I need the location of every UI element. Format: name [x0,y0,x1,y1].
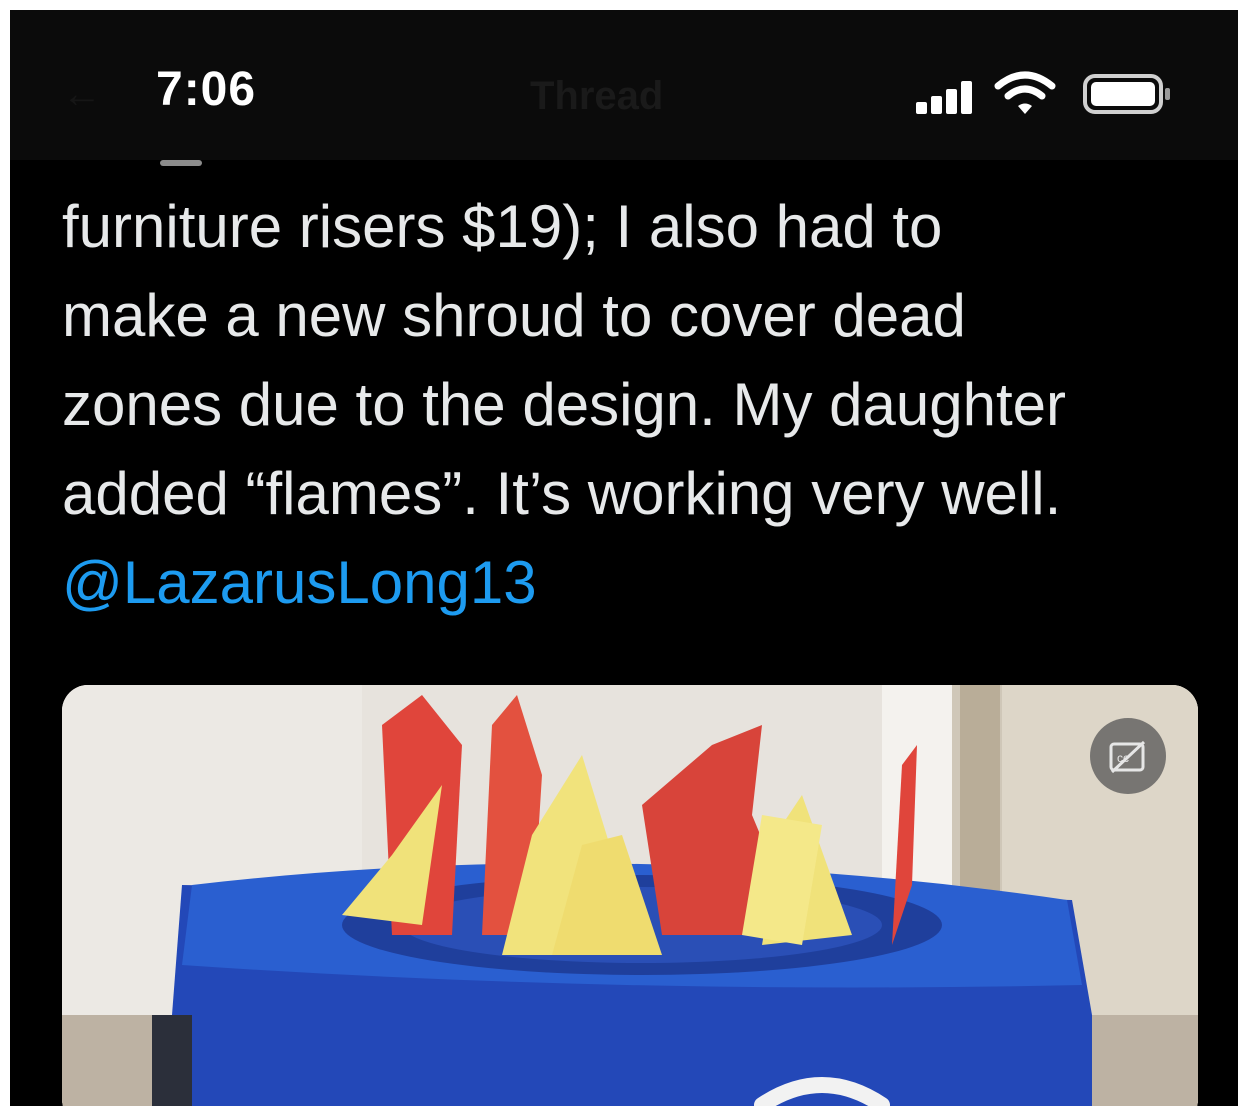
header-title: Thread [530,74,664,118]
wifi-icon [994,71,1056,114]
closed-captions-off-icon: cc [1109,740,1146,774]
closed-captions-button[interactable]: cc [1090,718,1166,794]
video-frame-image [62,685,1198,1106]
mention-link[interactable]: @LazarusLong13 [62,538,1212,627]
battery-icon [1083,74,1170,114]
clipped-text-fragment [160,160,202,166]
tweet-text: furniture risers $19); I also had to mak… [62,182,1212,627]
back-arrow-icon[interactable]: ← [62,72,102,117]
phone-screen: ← Thread 7:06 furniture risers $19); I a… [10,10,1238,1106]
status-bar: ← Thread 7:06 [10,10,1238,160]
tweet-line: added “flames”. It’s working very well. [62,460,1062,527]
tweet-video[interactable] [62,685,1198,1106]
tweet-line: make a new shroud to cover dead [62,282,966,349]
status-time: 7:06 [156,63,257,116]
tweet-line: furniture risers $19); I also had to [62,193,943,260]
signal-bars-icon [916,80,984,114]
tweet-line: zones due to the design. My daughter [62,371,1067,438]
